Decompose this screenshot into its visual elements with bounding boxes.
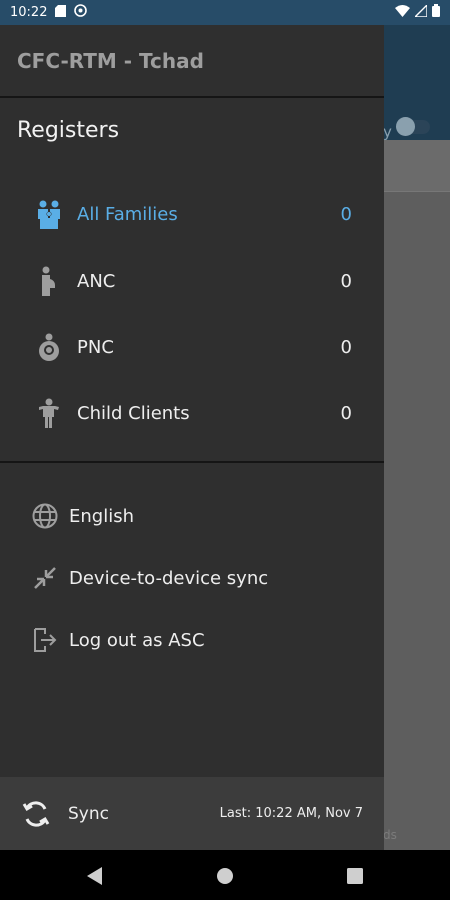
- option-label: Log out as ASC: [69, 629, 205, 651]
- status-bar: 10:22: [0, 0, 450, 25]
- pregnant-woman-icon: [35, 265, 63, 297]
- sync-label: Sync: [68, 803, 109, 824]
- option-logout[interactable]: Log out as ASC: [0, 617, 384, 663]
- register-item-all-families[interactable]: All Families 0: [0, 189, 384, 239]
- background-partial-text: y: [383, 123, 392, 141]
- battery-icon: [432, 4, 440, 21]
- drawer-header: CFC-RTM - Tchad: [0, 25, 384, 98]
- wifi-icon: [395, 4, 410, 21]
- sync-icon: [21, 799, 51, 829]
- drawer-divider: [0, 461, 384, 463]
- swap-arrows-icon: [31, 564, 59, 592]
- register-label: Child Clients: [77, 402, 190, 424]
- registers-heading: Registers: [17, 118, 120, 143]
- child-icon: [35, 397, 63, 429]
- back-icon[interactable]: [84, 865, 106, 887]
- register-count: 0: [340, 336, 352, 358]
- mother-child-icon: [35, 331, 63, 363]
- register-label: All Families: [77, 203, 178, 225]
- home-icon[interactable]: [214, 865, 236, 887]
- option-label: English: [69, 505, 134, 527]
- register-item-child-clients[interactable]: Child Clients 0: [0, 388, 384, 438]
- at-sign-icon: [74, 4, 88, 21]
- background-partial-text-bottom: ds: [383, 828, 397, 842]
- recents-icon[interactable]: [344, 865, 366, 887]
- option-device-to-device-sync[interactable]: Device-to-device sync: [0, 555, 384, 601]
- signal-icon: [413, 2, 428, 21]
- register-count: 0: [340, 270, 352, 292]
- globe-icon: [31, 502, 59, 530]
- logout-icon: [31, 626, 59, 654]
- app-title: CFC-RTM - Tchad: [17, 48, 204, 73]
- system-navigation-bar: [0, 850, 450, 900]
- families-icon: [35, 198, 63, 230]
- last-sync-time: Last: 10:22 AM, Nov 7: [219, 806, 363, 821]
- sd-card-icon: [55, 4, 67, 21]
- option-language-english[interactable]: English: [0, 493, 384, 539]
- register-item-anc[interactable]: ANC 0: [0, 256, 384, 306]
- register-item-pnc[interactable]: PNC 0: [0, 322, 384, 372]
- register-count: 0: [340, 402, 352, 424]
- status-time: 10:22: [10, 5, 48, 20]
- background-toggle: [396, 117, 430, 136]
- register-label: PNC: [77, 336, 114, 358]
- navigation-drawer: CFC-RTM - Tchad Registers All Families 0: [0, 25, 384, 850]
- register-label: ANC: [77, 270, 116, 292]
- register-count: 0: [340, 203, 352, 225]
- option-label: Device-to-device sync: [69, 567, 269, 589]
- sync-bar[interactable]: Sync Last: 10:22 AM, Nov 7: [0, 777, 384, 850]
